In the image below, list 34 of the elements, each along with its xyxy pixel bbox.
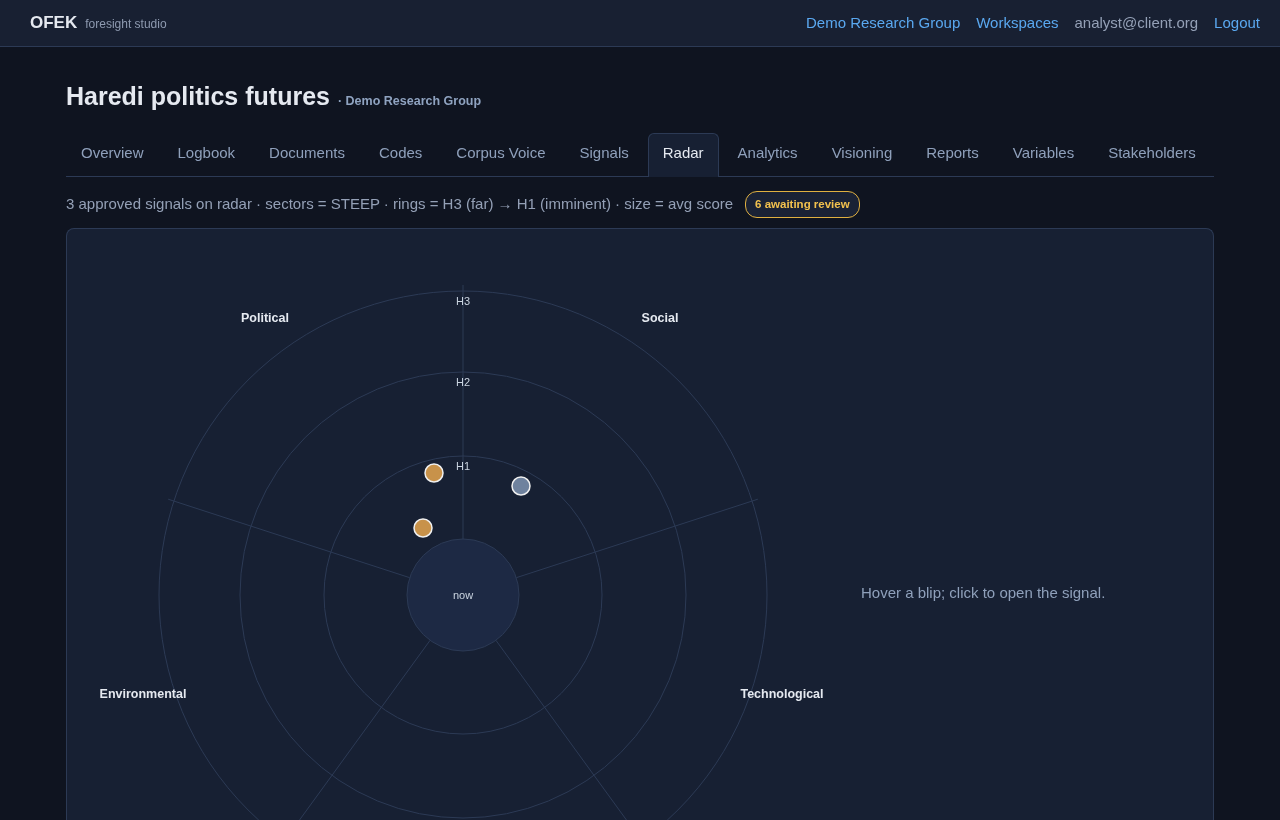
signal-blip[interactable] [511,476,531,496]
tab[interactable]: Radar [647,133,719,177]
page-title: Haredi politics futures [66,81,330,111]
tab[interactable]: Reports [911,133,994,177]
review-badge: 6 awaiting review [745,190,860,218]
tab[interactable]: Variables [997,133,1090,177]
sector-label: Political [241,310,289,325]
hint-text: Hover a blip; click to open the signal. [861,582,1106,603]
sector-label: Technological [740,686,824,701]
ring-label: H1 [455,459,471,472]
tab[interactable]: Logbook [162,133,251,177]
user-email: analyst@client.org [1074,12,1199,33]
brand-name[interactable]: OFEK [30,10,78,36]
tab[interactable]: Documents [254,133,360,177]
tab[interactable]: Analytics [722,133,813,177]
signal-blip[interactable] [424,463,444,483]
tab[interactable]: Stakeholders [1093,133,1211,177]
signal-blip[interactable] [413,518,433,538]
sector-label: Social [641,310,679,325]
ring-label: H3 [455,294,471,307]
sector-label: Environmental [99,686,187,701]
tab[interactable]: Overview [66,133,159,177]
radar-summary: 3 approved signals on radar · sectors = STEEP · rings = H3 (far) → H1 (imminent) · size = avg score [66,193,734,214]
nav-link[interactable]: Demo Research Group [806,11,961,35]
ring-label: now [452,588,474,601]
tab[interactable]: Visioning [816,133,908,177]
ring-label: H2 [455,375,471,388]
nav-link[interactable]: Logout [1214,11,1260,35]
nav-link[interactable]: Workspaces [976,11,1059,35]
brand-tagline: foresight studio [85,16,167,34]
page-subtitle: · Demo Research Group [337,93,482,110]
tab[interactable]: Corpus Voice [441,133,561,177]
tab[interactable]: Signals [564,133,644,177]
tab[interactable]: Codes [363,133,438,177]
